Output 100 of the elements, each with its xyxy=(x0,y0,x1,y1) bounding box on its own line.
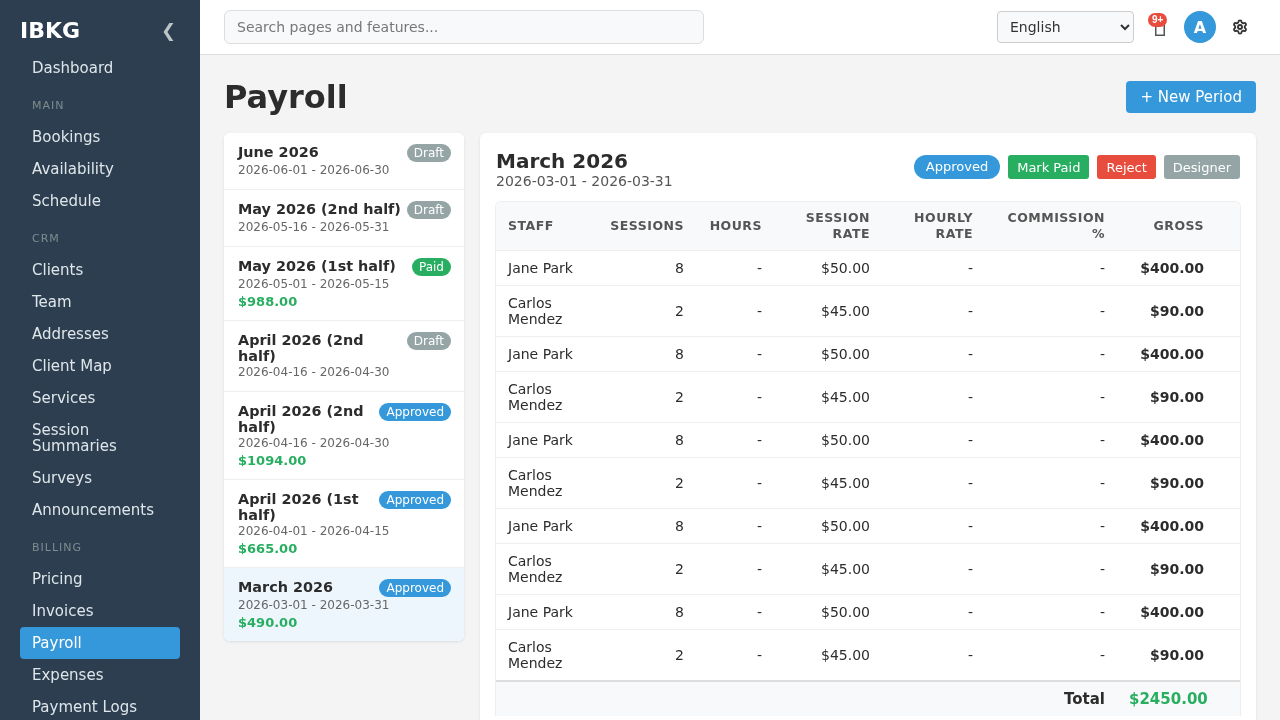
status-badge: Draft xyxy=(406,201,451,219)
period-dates: 2026-06-01 - 2026-06-30 xyxy=(238,162,391,179)
table-cell: $45.00 xyxy=(774,543,882,595)
table-cell: $45.00 xyxy=(774,457,882,509)
table-cell: Jane Park xyxy=(496,336,596,372)
period-item[interactable]: April 2026 (2nd half) Draft 2026-04-16 - 2026-04-30 xyxy=(224,321,464,392)
nav-link[interactable]: Team xyxy=(20,286,180,318)
table-cell: Jane Park xyxy=(496,422,596,458)
column-header: GROSS xyxy=(1117,202,1216,251)
period-amount: $490.00 xyxy=(238,614,299,631)
collapse-button[interactable]: ❮ xyxy=(156,20,180,42)
table-cell: - xyxy=(696,422,774,458)
nav-link[interactable]: Clients xyxy=(20,254,180,286)
total-value: $2450.00 xyxy=(1129,690,1208,708)
table-cell: 2 xyxy=(596,371,696,423)
period-item[interactable]: April 2026 (2nd half) Approved 2026-04-16 - 2026-04-30 $1094.00 xyxy=(224,392,464,480)
nav-link[interactable]: Schedule xyxy=(20,185,180,217)
period-dates: 2026-04-16 - 2026-04-30 xyxy=(238,435,391,452)
action-button[interactable]: Reject xyxy=(1097,155,1156,179)
period-item[interactable]: May 2026 (2nd half) Draft 2026-05-16 - 2026-05-31 xyxy=(224,190,464,247)
status-badge: Draft xyxy=(406,144,451,162)
period-title: April 2026 (1st half) xyxy=(238,491,360,523)
table-cell: 8 xyxy=(596,594,696,630)
period-dates: 2026-03-01 - 2026-03-31 xyxy=(238,597,391,614)
nav-link[interactable]: Session Summaries xyxy=(20,414,180,462)
table-cell: - xyxy=(882,336,985,372)
table-cell: $400.00 xyxy=(1117,422,1216,458)
table-cell: $400.00 xyxy=(1117,508,1216,544)
nav-link[interactable]: Announcements xyxy=(20,494,180,526)
table-cell: $50.00 xyxy=(774,422,882,458)
table-cell: $50.00 xyxy=(774,336,882,372)
period-item[interactable]: April 2026 (1st half) Approved 2026-04-01 - 2026-04-15 $665.00 xyxy=(224,480,464,568)
table-cell: 8 xyxy=(596,508,696,544)
status-badge: Paid xyxy=(412,258,451,276)
detail-title: March 2026 xyxy=(496,149,629,173)
table-cell: $400.00 xyxy=(1117,250,1216,286)
table-cell: 2 xyxy=(596,285,696,337)
table-cell: - xyxy=(985,457,1117,509)
language-select[interactable]: English xyxy=(997,11,1134,43)
table-cell: Carlos Mendez xyxy=(496,285,596,337)
nav-link[interactable]: Availability xyxy=(20,153,180,185)
table-cell: $90.00 xyxy=(1117,285,1216,337)
period-amount: $988.00 xyxy=(238,293,299,310)
period-amount: $665.00 xyxy=(238,540,299,557)
nav-link[interactable]: Bookings xyxy=(20,121,180,153)
table-cell: Carlos Mendez xyxy=(496,457,596,509)
table-cell: 2 xyxy=(596,543,696,595)
section-heading: CRM xyxy=(31,231,61,247)
period-dates: 2026-04-01 - 2026-04-15 xyxy=(238,523,391,540)
nav-link[interactable]: Services xyxy=(20,382,180,414)
period-title: April 2026 (2nd half) xyxy=(238,332,365,364)
nav-link[interactable]: Expenses xyxy=(20,659,180,691)
period-item[interactable]: March 2026 Approved 2026-03-01 - 2026-03-31 $490.00 xyxy=(224,568,464,641)
status-badge: Approved xyxy=(913,155,1001,179)
table-cell: 2 xyxy=(596,457,696,509)
notification-button[interactable]: 9+ xyxy=(1148,12,1172,42)
period-title: April 2026 (2nd half) xyxy=(238,403,365,435)
search-field[interactable]: Search pages and features... xyxy=(224,10,704,44)
logo-text: IBKG xyxy=(20,18,81,44)
nav-link[interactable]: Payment Logs xyxy=(20,691,180,720)
period-item[interactable]: June 2026 Draft 2026-06-01 - 2026-06-30 xyxy=(224,133,464,190)
table-cell: - xyxy=(985,422,1117,458)
total-label: Total xyxy=(1064,690,1105,708)
section-heading: MAIN xyxy=(31,98,66,114)
status-badge: Draft xyxy=(406,332,451,350)
nav-link[interactable]: Pricing xyxy=(20,563,180,595)
period-dates: 2026-04-16 - 2026-04-30 xyxy=(238,364,391,381)
table-cell: - xyxy=(985,250,1117,286)
table-cell: $50.00 xyxy=(774,594,882,630)
table-cell: - xyxy=(696,371,774,423)
table-cell: Carlos Mendez xyxy=(496,543,596,595)
notification-badge: 9+ xyxy=(1148,13,1168,27)
table-cell: 8 xyxy=(596,422,696,458)
table-cell: - xyxy=(882,285,985,337)
table-cell: Jane Park xyxy=(496,250,596,286)
nav-link[interactable]: Dashboard xyxy=(20,52,180,84)
table-cell: - xyxy=(696,457,774,509)
status-badge: Approved xyxy=(379,403,451,421)
table-cell: Carlos Mendez xyxy=(496,371,596,423)
nav-link[interactable]: Invoices xyxy=(20,595,180,627)
nav-link[interactable]: Client Map xyxy=(20,350,180,382)
table-cell: 8 xyxy=(596,250,696,286)
table-cell: - xyxy=(985,594,1117,630)
table-cell: - xyxy=(882,594,985,630)
period-title: May 2026 (2nd half) xyxy=(238,201,402,217)
section-heading: BILLING xyxy=(31,540,84,556)
period-amount: $1094.00 xyxy=(238,452,308,469)
column-header: HOURS xyxy=(696,202,774,251)
period-title: March 2026 xyxy=(238,579,334,595)
period-item[interactable]: May 2026 (1st half) Paid 2026-05-01 - 2026-05-15 $988.00 xyxy=(224,247,464,321)
table-cell: - xyxy=(882,422,985,458)
settings-icon xyxy=(1232,19,1248,35)
table-cell: $90.00 xyxy=(1117,371,1216,423)
table-cell: - xyxy=(696,594,774,630)
page-title: Payroll xyxy=(224,78,348,116)
nav-link[interactable]: Addresses xyxy=(20,318,180,350)
table-cell: - xyxy=(985,508,1117,544)
table-cell: - xyxy=(696,543,774,595)
nav-link[interactable]: Surveys xyxy=(20,462,180,494)
period-title: June 2026 xyxy=(238,144,320,160)
